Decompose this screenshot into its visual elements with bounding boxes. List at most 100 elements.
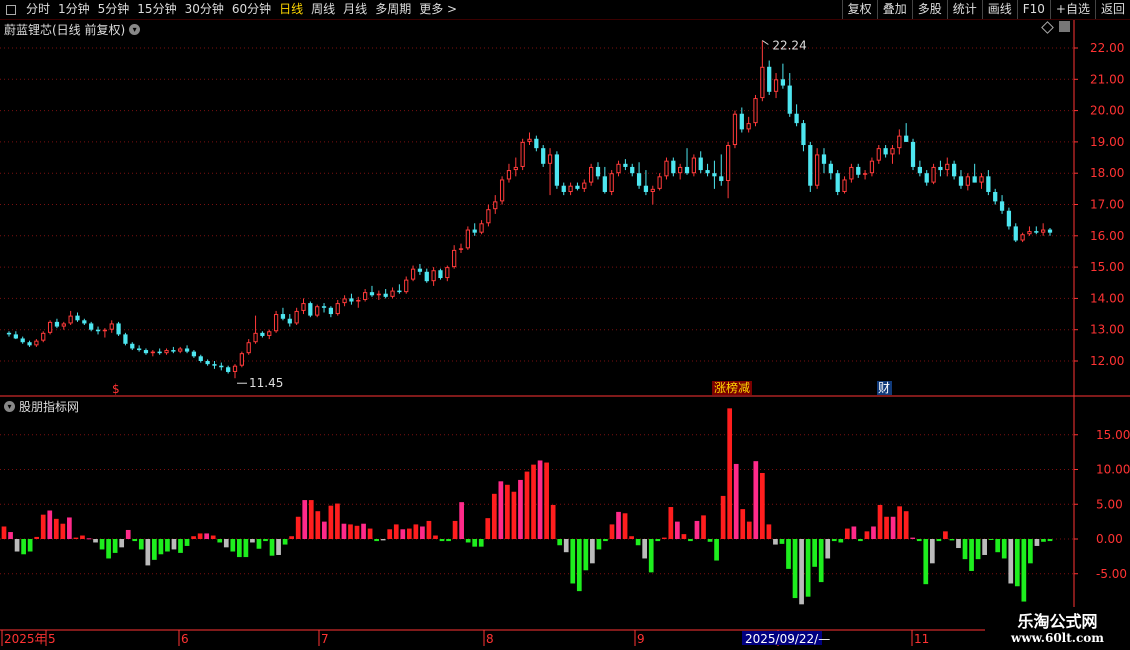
indicator-bar <box>524 471 530 539</box>
candle-body <box>636 173 642 186</box>
indicator-bar <box>459 502 464 539</box>
indicator-bar <box>361 523 366 539</box>
candle-body <box>82 320 87 324</box>
indicator-bar <box>217 539 223 543</box>
indicator-bar <box>871 526 876 539</box>
candle-body <box>458 248 464 250</box>
indicator-bar <box>152 539 157 560</box>
candle-body <box>404 279 409 293</box>
price-tick-label: 15.00 <box>1090 260 1124 274</box>
time-tick-label: 11 <box>914 632 929 646</box>
indicator-bar <box>740 509 746 539</box>
candle-body <box>130 343 135 349</box>
limit-up-marker: 涨榜减 <box>714 380 750 395</box>
candle-body <box>917 166 922 174</box>
candle-body <box>691 157 696 174</box>
candle-body <box>582 182 587 189</box>
indicator-bar <box>995 539 1001 553</box>
high-label: 22.24 <box>772 38 806 52</box>
candle-body <box>191 351 197 357</box>
indicator-bar <box>406 528 412 539</box>
candle-body <box>760 66 765 99</box>
indicator-bar <box>498 481 504 539</box>
candle-body <box>61 323 66 327</box>
indicator-bar <box>720 495 726 539</box>
indicator-bar <box>276 539 281 555</box>
indicator-bar <box>34 536 40 539</box>
candle-body <box>363 292 368 300</box>
candle-body <box>383 293 388 297</box>
indicator-tick-label: 10.00 <box>1096 463 1130 477</box>
indicator-bar <box>929 539 935 564</box>
indicator-bar <box>485 518 491 539</box>
candle-body <box>815 154 820 186</box>
indicator-bar <box>367 528 373 539</box>
price-tick-label: 17.00 <box>1090 198 1124 212</box>
candle-body <box>513 166 518 171</box>
candle-body <box>541 148 546 164</box>
candle-body <box>150 351 155 354</box>
candle-body <box>732 113 738 146</box>
candle-body <box>13 334 18 339</box>
candle-body <box>780 79 786 86</box>
indicator-bar <box>609 524 615 539</box>
indicator-bar <box>838 539 844 543</box>
price-tick-label: 13.00 <box>1090 323 1124 337</box>
price-tick-label: 21.00 <box>1090 72 1124 86</box>
indicator-bar <box>472 539 478 547</box>
indicator-bar <box>786 539 791 569</box>
candle-body <box>869 160 875 174</box>
candle-body <box>602 176 607 192</box>
candle-body <box>232 365 238 372</box>
candle-body <box>924 173 929 183</box>
indicator-bar <box>491 493 497 539</box>
price-tick-label: 20.00 <box>1090 104 1124 118</box>
indicator-bar <box>655 539 661 542</box>
price-tick-label: 22.00 <box>1090 41 1124 55</box>
candle-body <box>102 329 108 332</box>
candle-body <box>356 299 361 302</box>
indicator-bar <box>165 539 170 552</box>
candle-body <box>890 148 895 155</box>
indicator-bar <box>910 537 916 539</box>
indicator-bar <box>145 539 151 566</box>
indicator-bar <box>27 539 33 552</box>
indicator-bar <box>1001 539 1007 559</box>
indicator-bar <box>681 534 687 539</box>
indicator-bar <box>1047 539 1053 542</box>
indicator-bar <box>47 510 53 539</box>
candle-body <box>753 98 758 124</box>
candle-body <box>486 209 491 224</box>
indicator-bar <box>962 539 968 560</box>
time-tick-label: 2025年 <box>4 632 47 646</box>
candle-body <box>301 303 306 311</box>
price-tick-label: 18.00 <box>1090 166 1124 180</box>
indicator-bar <box>675 521 680 539</box>
candle-body <box>369 292 375 296</box>
indicator-bar <box>341 523 347 539</box>
candle-body <box>431 270 436 282</box>
indicator-bar <box>648 539 654 573</box>
candle-body <box>904 135 909 142</box>
indicator-bar <box>583 539 589 571</box>
indicator-bar <box>949 539 955 541</box>
candle-body <box>931 166 936 183</box>
chart-canvas[interactable]: 22.00 21.00 20.00 19.00 18.00 17.00 16.00 15.00… <box>0 0 1130 650</box>
indicator-bar <box>622 513 628 539</box>
candle-body <box>506 170 512 180</box>
indicator-bar <box>80 535 85 539</box>
candle-body <box>856 166 861 175</box>
indicator-bar <box>413 524 419 539</box>
indicator-bar <box>400 529 406 539</box>
candle-body <box>376 293 381 296</box>
candle-body <box>410 268 416 280</box>
indicator-bar <box>178 539 183 553</box>
candle-body <box>205 361 210 365</box>
indicator-bar <box>570 539 576 584</box>
indicator-bar <box>557 539 563 546</box>
indicator-bar <box>374 539 379 542</box>
candle-body <box>479 223 484 233</box>
candle-body <box>253 332 258 343</box>
indicator-bar <box>269 539 275 556</box>
indicator-bar <box>171 539 177 550</box>
